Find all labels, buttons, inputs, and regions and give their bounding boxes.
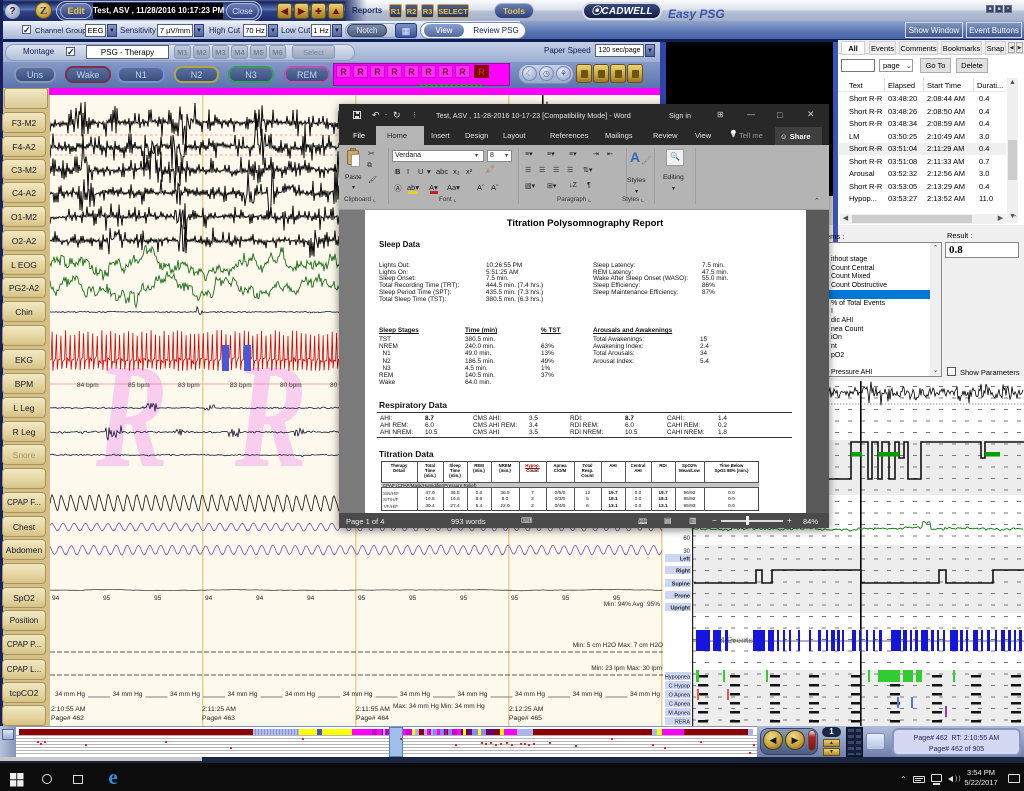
svg-text:Min: 94% Avg: 95%: Min: 94% Avg: 95% [604, 601, 660, 608]
svg-text:Page# 462: Page# 462 [51, 715, 84, 722]
svg-text:34 mm Hg: 34 mm Hg [55, 691, 85, 698]
svg-text:2:10:55 AM: 2:10:55 AM [51, 706, 86, 713]
svg-text:60: 60 [683, 536, 690, 542]
svg-text:34 mm Hg: 34 mm Hg [458, 691, 488, 698]
svg-text:Page# 463: Page# 463 [202, 715, 235, 722]
svg-text:Hypopnea: Hypopnea [665, 675, 691, 681]
svg-text:Left: Left [680, 557, 690, 563]
svg-text:84 bpm: 84 bpm [77, 382, 99, 389]
svg-text:34 mm Hg: 34 mm Hg [630, 691, 660, 698]
svg-text:M Apnea: M Apnea [668, 711, 691, 717]
svg-text:94: 94 [52, 595, 60, 602]
svg-text:85 bpm: 85 bpm [128, 382, 150, 389]
svg-text:Max: 34 mm Hg Min: 34 mm Hg: Max: 34 mm Hg Min: 34 mm Hg [393, 703, 485, 710]
svg-text:RERA: RERA [675, 720, 691, 726]
svg-text:94: 94 [307, 595, 315, 602]
svg-text:2:11:25 AM: 2:11:25 AM [202, 706, 236, 713]
svg-text:Page# 465: Page# 465 [509, 715, 542, 722]
svg-text:Supine: Supine [672, 582, 690, 588]
svg-text:Page# 464: Page# 464 [356, 715, 389, 722]
svg-text:C Hypop: C Hypop [669, 684, 690, 690]
svg-text:95: 95 [460, 595, 468, 602]
svg-text:Prone: Prone [674, 594, 690, 600]
svg-text:2:12:25 AM: 2:12:25 AM [509, 706, 544, 713]
svg-text:83 bpm: 83 bpm [178, 382, 200, 389]
svg-text:95: 95 [511, 595, 519, 602]
svg-text:34 mm Hg: 34 mm Hg [228, 691, 258, 698]
svg-text:R: R [95, 333, 168, 499]
svg-text:Upright: Upright [670, 606, 690, 612]
svg-text:2:11:55 AM: 2:11:55 AM [356, 706, 390, 713]
svg-text:O Apnea: O Apnea [669, 693, 691, 699]
svg-text:95: 95 [358, 595, 366, 602]
svg-text:34 mm Hg: 34 mm Hg [573, 691, 603, 698]
svg-text:95: 95 [154, 595, 162, 602]
svg-text:34 mm Hg: 34 mm Hg [515, 691, 545, 698]
svg-text:34 mm Hg: 34 mm Hg [343, 691, 373, 698]
svg-text:C Apnea: C Apnea [669, 702, 691, 708]
svg-text:34 mm Hg: 34 mm Hg [400, 691, 430, 698]
svg-text:34 mm Hg: 34 mm Hg [170, 691, 200, 698]
svg-text:Min: 5 cm H2O Max: 7 cm H2O: Min: 5 cm H2O Max: 7 cm H2O [573, 642, 663, 649]
svg-text:95: 95 [562, 595, 570, 602]
svg-text:Right: Right [676, 569, 690, 575]
svg-text:Min: 23 lpm Max: 30 lpm: Min: 23 lpm Max: 30 lpm [591, 665, 662, 672]
svg-text:34 mm Hg: 34 mm Hg [285, 691, 315, 698]
svg-text:94: 94 [205, 595, 213, 602]
svg-text:95: 95 [409, 595, 417, 602]
svg-text:34 mm Hg: 34 mm Hg [113, 691, 143, 698]
svg-text:95: 95 [103, 595, 111, 602]
svg-text:80 bpm: 80 bpm [280, 382, 302, 389]
svg-text:83 bpm: 83 bpm [230, 382, 252, 389]
svg-text:94: 94 [256, 595, 264, 602]
